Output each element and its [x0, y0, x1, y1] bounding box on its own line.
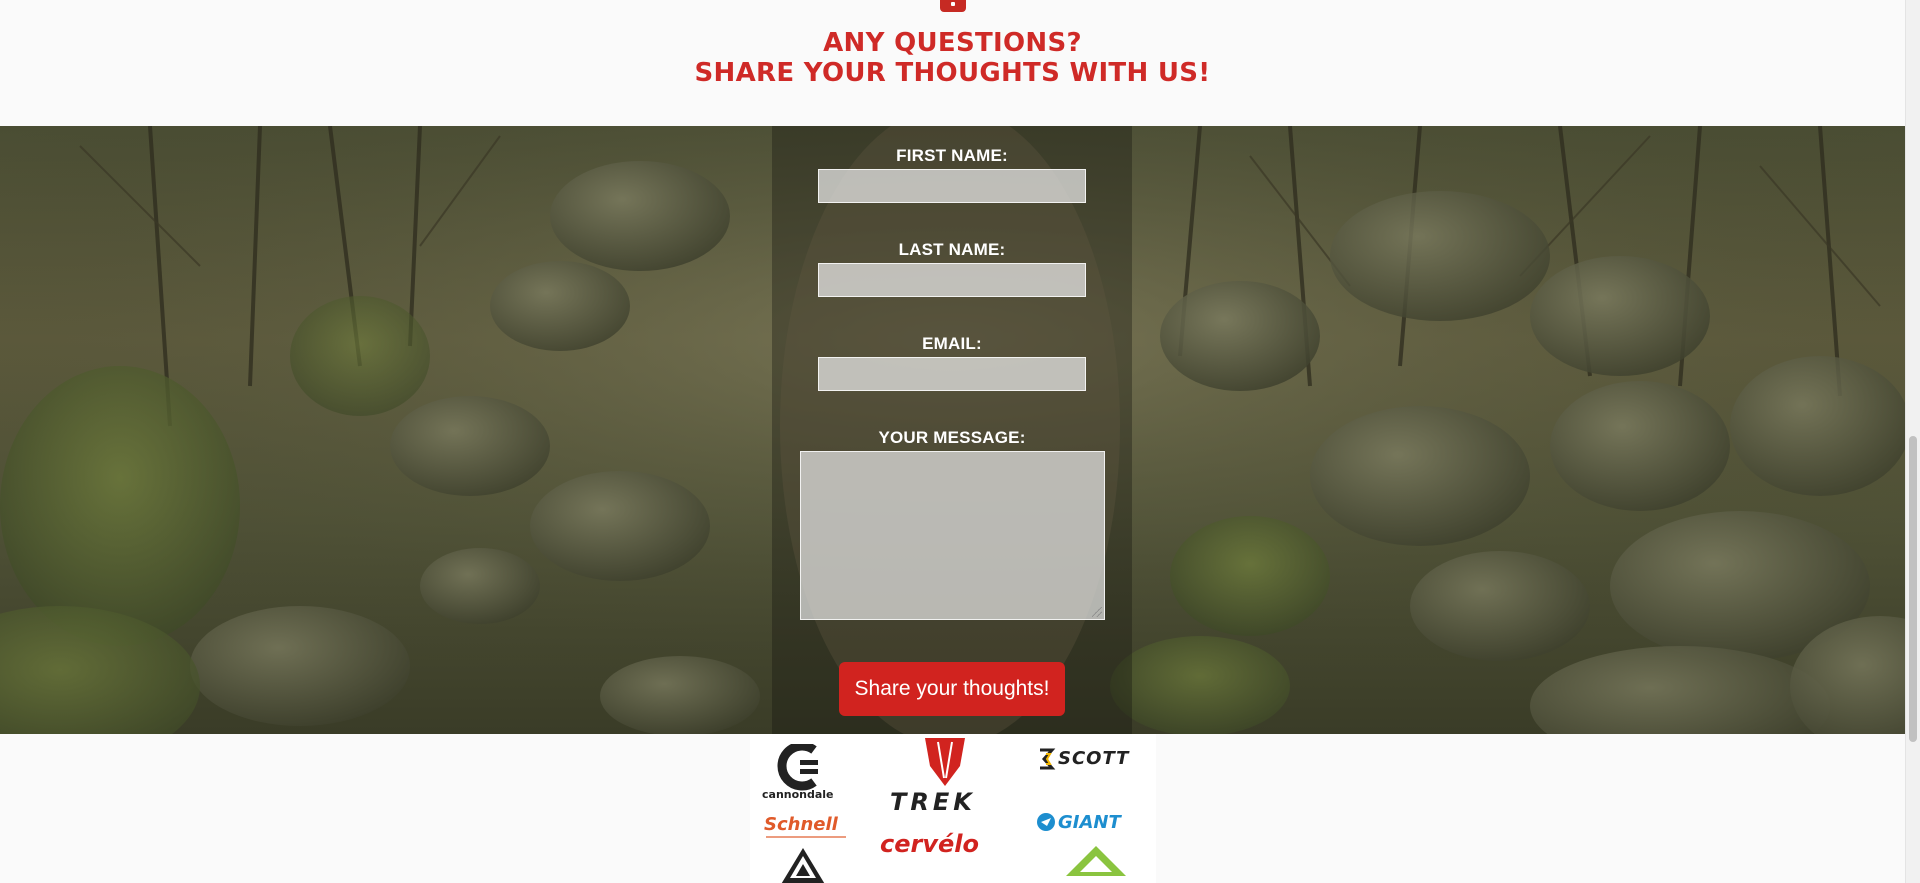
cervelo-logo-icon: cervélo: [880, 830, 1020, 864]
first-name-label: FIRST NAME:: [896, 146, 1008, 165]
trek-logo-icon: TREK: [880, 738, 1010, 818]
contact-header: ANY QUESTIONS? SHARE YOUR THOUGHTS WITH …: [0, 0, 1905, 126]
headline-line-2: SHARE YOUR THOUGHTS WITH US!: [694, 58, 1211, 88]
message-textarea[interactable]: [800, 451, 1105, 620]
logo-schnell-text: Schnell: [764, 814, 838, 835]
scrollbar-thumb[interactable]: [1909, 436, 1917, 742]
cannondale-logo-icon: cannondale: [760, 741, 850, 804]
brand-logos: cannondale TREK SCOTT Schnell cervélo GI…: [750, 734, 1156, 883]
mountain-logo-icon: [778, 846, 828, 883]
page-scrollbar[interactable]: [1905, 0, 1920, 883]
logo-giant-text: GIANT: [1058, 812, 1121, 833]
logo-scott-text: SCOTT: [1058, 748, 1130, 769]
first-name-input[interactable]: [818, 169, 1086, 203]
logo-cervelo-text: cervélo: [880, 830, 979, 858]
last-name-input[interactable]: [818, 263, 1086, 297]
textarea-resize-handle[interactable]: [1092, 607, 1102, 617]
scott-logo-icon: SCOTT: [1036, 746, 1146, 776]
share-thoughts-button[interactable]: Share your thoughts!: [839, 662, 1065, 716]
logo-cannondale-text: cannondale: [762, 788, 834, 801]
message-label: YOUR MESSAGE:: [878, 428, 1026, 447]
giant-logo-icon: GIANT: [1036, 808, 1146, 838]
email-input[interactable]: [818, 357, 1086, 391]
logo-trek-text: TREK: [890, 788, 976, 816]
contact-form: FIRST NAME: LAST NAME: EMAIL: YOUR MESSA…: [772, 126, 1132, 734]
last-name-label: LAST NAME:: [898, 240, 1006, 259]
green-mountain-logo-icon: [1066, 846, 1126, 883]
schnell-logo-icon: Schnell: [764, 814, 854, 842]
headline-line-1: ANY QUESTIONS?: [823, 28, 1082, 58]
lock-icon: [940, 0, 966, 12]
forest-background: FIRST NAME: LAST NAME: EMAIL: YOUR MESSA…: [0, 126, 1905, 734]
page: ANY QUESTIONS? SHARE YOUR THOUGHTS WITH …: [0, 0, 1920, 883]
email-label: EMAIL:: [922, 334, 982, 353]
